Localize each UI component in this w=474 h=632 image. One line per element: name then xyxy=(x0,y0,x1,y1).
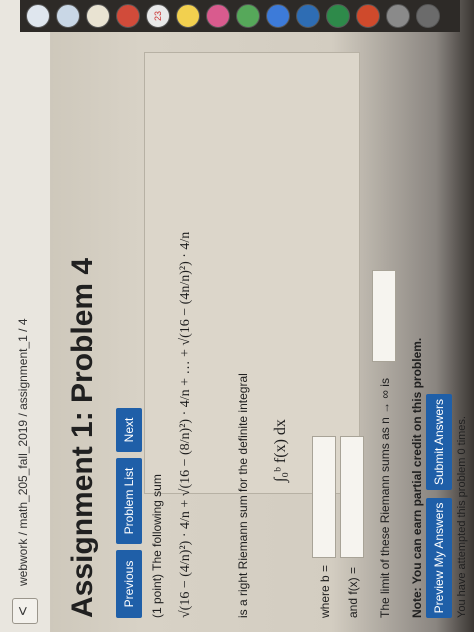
finder-icon[interactable] xyxy=(26,4,50,28)
where-b-label: where b = xyxy=(318,564,332,618)
safari-icon[interactable] xyxy=(86,4,110,28)
previous-button[interactable]: Previous xyxy=(116,550,142,618)
photo-of-screen: < webwork / math_205_fall_2019 / assignm… xyxy=(0,0,474,632)
attempts-text: You have attempted this problem 0 times. xyxy=(456,416,468,618)
back-button[interactable]: < xyxy=(12,598,38,624)
problem-intro: (1 point) The following sum xyxy=(150,474,164,618)
excel-icon[interactable] xyxy=(326,4,350,28)
app-store-icon[interactable] xyxy=(266,4,290,28)
webwork-page: < webwork / math_205_fall_2019 / assignm… xyxy=(0,0,474,632)
problem-panel xyxy=(144,52,360,494)
riemann-text: is a right Riemann sum for the definite … xyxy=(236,373,250,618)
integral-expression: ∫₀ᵇ f(x) dx xyxy=(272,419,289,482)
page-title: Assignment 1: Problem 4 xyxy=(66,257,99,618)
powerpoint-icon[interactable] xyxy=(356,4,380,28)
next-button[interactable]: Next xyxy=(116,408,142,452)
chrome-icon[interactable] xyxy=(116,4,140,28)
limit-input[interactable] xyxy=(372,270,396,362)
and-f-label: and f(x) = xyxy=(346,566,360,618)
f-input[interactable] xyxy=(340,436,364,558)
trash-icon[interactable] xyxy=(416,4,440,28)
photos-icon[interactable] xyxy=(206,4,230,28)
submit-answers-button[interactable]: Submit Answers xyxy=(426,394,452,490)
system-preferences-icon[interactable] xyxy=(386,4,410,28)
partial-credit-note: Note: You can earn partial credit on thi… xyxy=(410,337,424,618)
limit-text: The limit of these Riemann sums as n → ∞… xyxy=(378,378,392,618)
breadcrumb[interactable]: webwork / math_205_fall_2019 / assignmen… xyxy=(16,319,30,587)
messages-icon[interactable] xyxy=(236,4,260,28)
macos-dock: 23 xyxy=(20,0,460,32)
sum-expression: √(16 − (4/n)²) · 4/n + √(16 − (8/n)²) · … xyxy=(178,231,193,618)
launchpad-icon[interactable] xyxy=(56,4,80,28)
preview-answers-button[interactable]: Preview My Answers xyxy=(426,498,452,618)
problem-list-button[interactable]: Problem List xyxy=(116,458,142,544)
b-input[interactable] xyxy=(312,436,336,558)
word-icon[interactable] xyxy=(296,4,320,28)
calendar-icon[interactable]: 23 xyxy=(146,4,170,28)
notes-icon[interactable] xyxy=(176,4,200,28)
